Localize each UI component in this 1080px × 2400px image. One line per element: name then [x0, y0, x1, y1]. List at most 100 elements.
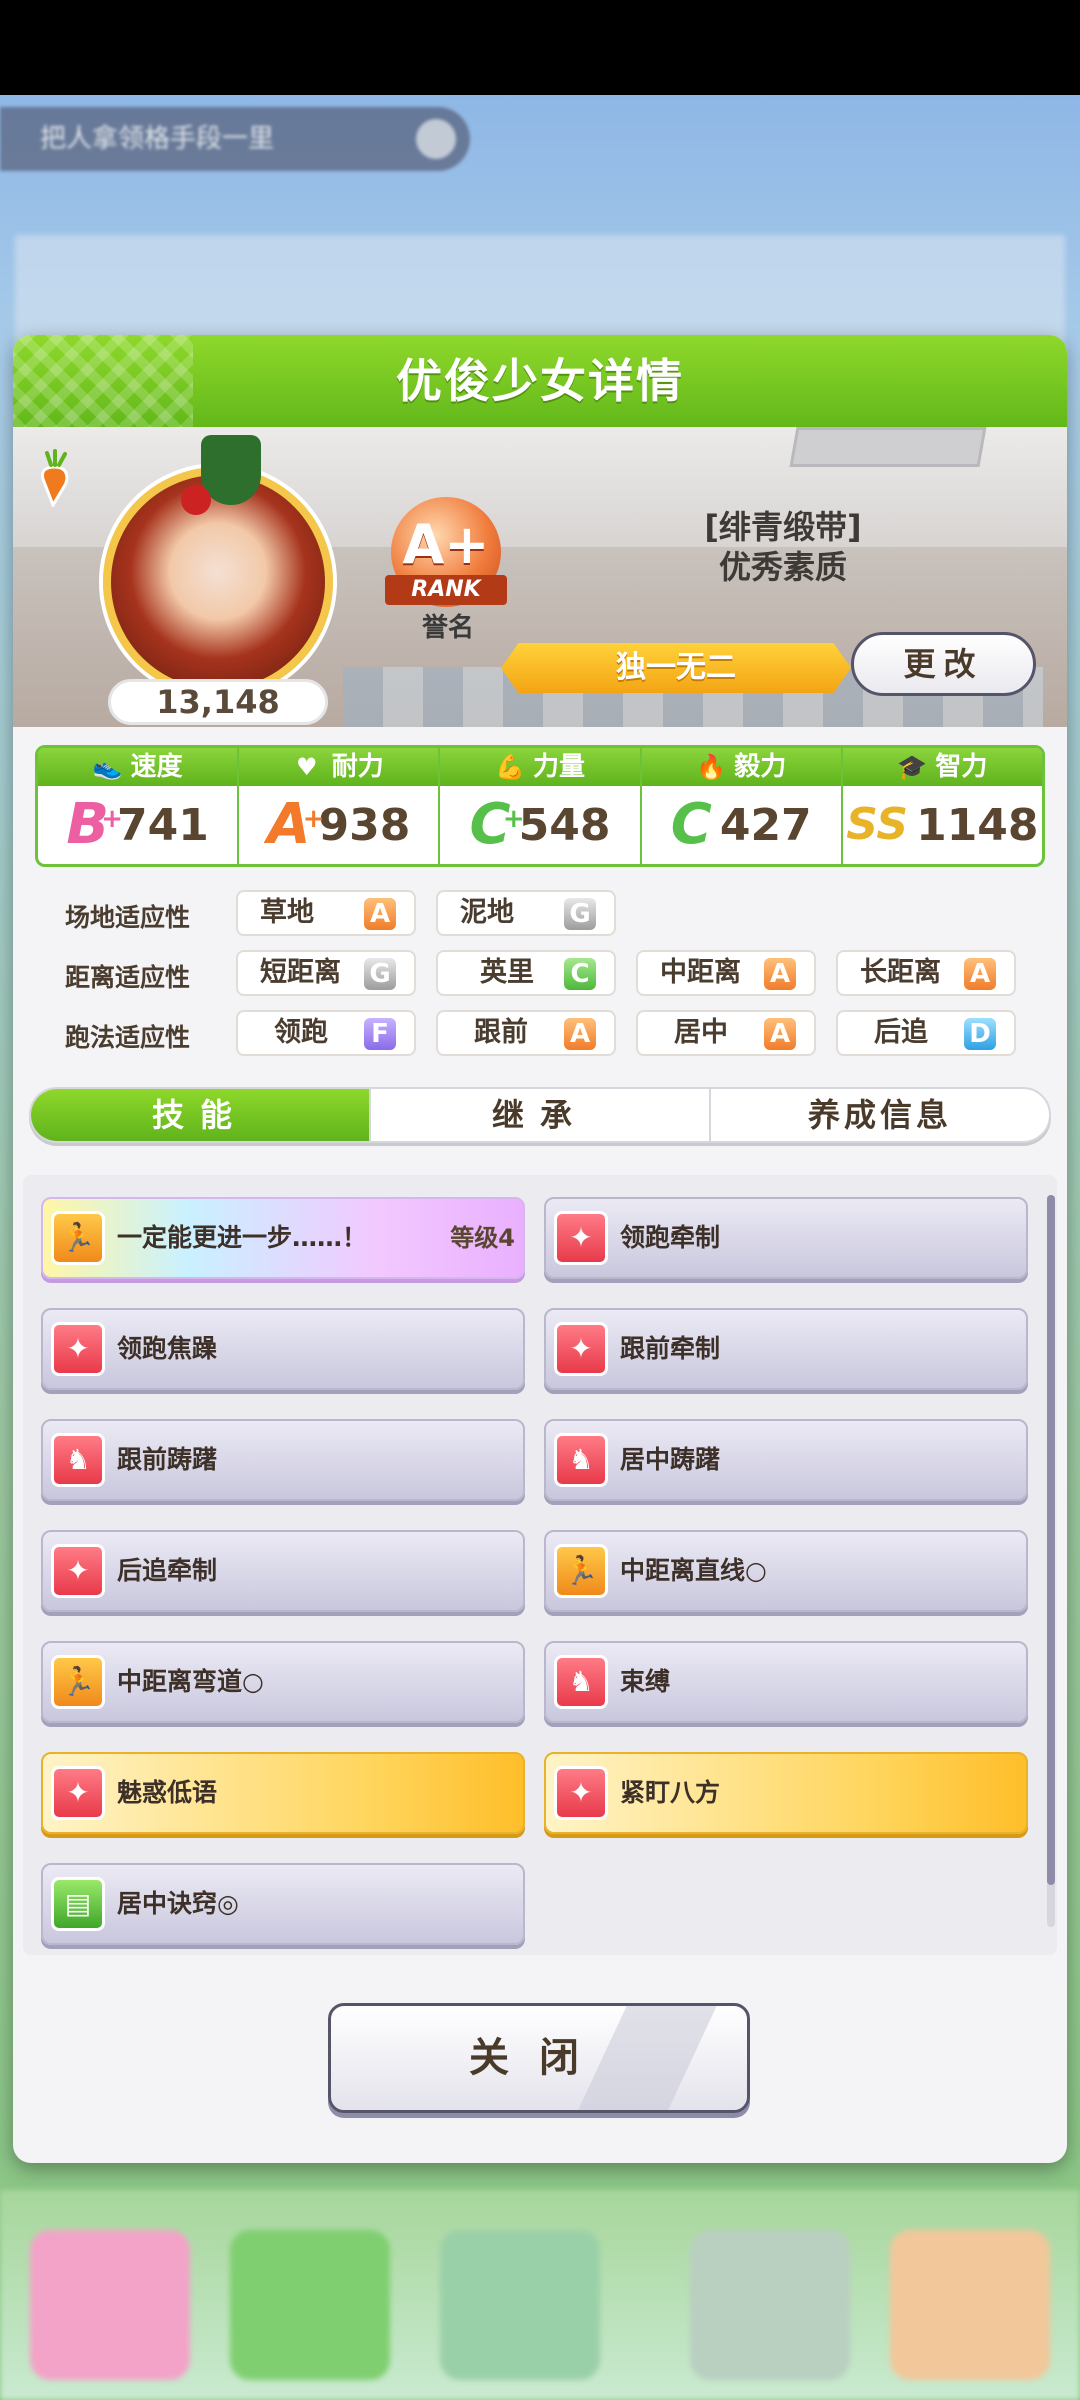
- nav-blob: [890, 2230, 1050, 2380]
- skill-item[interactable]: ✦ 领跑牵制: [544, 1197, 1028, 1279]
- apt-grade: A: [564, 1018, 596, 1050]
- skill-item[interactable]: 🏃 一定能更进一步……！ 等级4: [41, 1197, 525, 1279]
- skill-item[interactable]: ▤ 居中诀窍◎: [41, 1863, 525, 1945]
- title-name: [绯青缎带]: [704, 508, 862, 546]
- apt-name: 泥地: [460, 897, 514, 928]
- skill-item[interactable]: ♞ 跟前踌躇: [41, 1419, 525, 1501]
- apt-cell: 跟前 A: [436, 1010, 616, 1056]
- stat-speed: 👟 速度 B + 741: [38, 748, 240, 864]
- stat-body: C 427: [642, 786, 841, 864]
- stat-name: 力量: [533, 752, 586, 782]
- apt-cell: 后追 D: [836, 1010, 1016, 1056]
- apt-cell: 英里 C: [436, 950, 616, 996]
- title-desc: 优秀素质: [718, 548, 847, 586]
- stat-value: 938: [318, 799, 411, 851]
- skill-name: 跟前踌躇: [117, 1445, 218, 1474]
- horse-icon: ♞: [554, 1433, 608, 1487]
- apt-cell: 居中 A: [636, 1010, 816, 1056]
- distance-aptitude-row: 距离适应性 短距离 G 英里 C 中距离 A 长距离 A: [13, 950, 1067, 996]
- skill-name: 居中踌躇: [620, 1445, 721, 1474]
- nav-blob: [690, 2230, 850, 2380]
- stat-body: B + 741: [38, 786, 237, 864]
- skill-item[interactable]: ✦ 跟前牵制: [544, 1308, 1028, 1390]
- portrait-ribbon-knot: [181, 485, 211, 515]
- stat-header: ♥ 耐力: [239, 748, 439, 786]
- apt-cell: 短距离 G: [236, 950, 416, 996]
- apt-cell: 草地 A: [236, 890, 416, 936]
- track-aptitude-row: 场地适应性 草地 A 泥地 G: [13, 890, 1067, 936]
- header-pattern: [13, 335, 193, 427]
- skill-name: 后追牵制: [117, 1556, 218, 1585]
- book-icon: ▤: [51, 1877, 105, 1931]
- apt-grade: C: [564, 958, 596, 990]
- fan-count: 13,148: [108, 679, 328, 725]
- epithet-banner: 独一无二: [501, 643, 851, 693]
- shoe-icon: 👟: [92, 753, 123, 781]
- grade-plus: +: [101, 804, 124, 834]
- tab-inheritance[interactable]: 继承: [371, 1089, 711, 1141]
- skill-item[interactable]: 🏃 中距离弯道○: [41, 1641, 525, 1723]
- nav-blob: [230, 2230, 390, 2380]
- tab-skills[interactable]: 技能: [31, 1089, 371, 1141]
- character-hero: 13,148 A+ RANK 誉名 [绯青缎带] 优秀素质 独一无二 更改: [13, 427, 1067, 727]
- tab-training-info[interactable]: 养成信息: [711, 1089, 1049, 1141]
- character-detail-modal: 优俊少女详情 13,148 A+ RANK 誉名 [绯青缎带] 优秀素质 独一无…: [13, 335, 1067, 2163]
- stat-stamina: ♥ 耐力 A + 938: [239, 748, 441, 864]
- background-banner-text: 把人拿领格手段一里: [40, 124, 275, 154]
- stat-name: 毅力: [734, 752, 787, 782]
- apt-cell: 泥地 G: [436, 890, 616, 936]
- runner-icon: 🏃: [554, 1544, 608, 1598]
- stat-wisdom: 🎓 智力 SS 1148: [842, 748, 1042, 864]
- skill-name: 魅惑低语: [117, 1778, 218, 1807]
- skill-item[interactable]: ✦ 紧盯八方: [544, 1752, 1028, 1834]
- rank-ribbon: RANK: [385, 575, 507, 605]
- skill-item[interactable]: ✦ 领跑焦躁: [41, 1308, 525, 1390]
- apt-cell: 中距离 A: [636, 950, 816, 996]
- skill-name: 中距离弯道○: [117, 1667, 264, 1696]
- apt-grade: A: [764, 958, 796, 990]
- change-title-button[interactable]: 更改: [851, 632, 1036, 696]
- apt-grade: G: [364, 958, 396, 990]
- character-portrait[interactable]: [103, 435, 333, 697]
- skills-list[interactable]: 🏃 一定能更进一步……！ 等级4 ✦ 领跑牵制 ✦ 领跑焦躁 ✦ 跟前牵制 ♞ …: [23, 1175, 1057, 1955]
- apt-name: 后追: [874, 1017, 928, 1048]
- skill-name: 居中诀窍◎: [117, 1889, 239, 1918]
- apt-name: 短距离: [260, 957, 341, 988]
- sparkle-icon: ✦: [51, 1544, 105, 1598]
- apt-label: 跑法适应性: [65, 1023, 191, 1052]
- skill-name: 束缚: [620, 1667, 671, 1696]
- stat-name: 智力: [935, 752, 988, 782]
- skill-item[interactable]: ✦ 后追牵制: [41, 1530, 525, 1612]
- stat-value: 1148: [916, 799, 1039, 851]
- skill-item[interactable]: 🏃 中距离直线○: [544, 1530, 1028, 1612]
- skills-scrollbar[interactable]: [1047, 1195, 1055, 1927]
- hero-vent: [789, 427, 987, 467]
- apt-name: 长距离: [860, 957, 941, 988]
- stats-panel: 👟 速度 B + 741 ♥ 耐力 A + 938 💪 力量 C + 548 🔥 毅力 C: [35, 745, 1045, 867]
- stat-value: 548: [518, 799, 611, 851]
- stat-grade: C +: [470, 795, 525, 855]
- apt-name: 跟前: [474, 1017, 528, 1048]
- carrot-icon[interactable]: [35, 449, 75, 507]
- style-aptitude-row: 跑法适应性 领跑 F 跟前 A 居中 A 后追 D: [13, 1010, 1067, 1056]
- scrollbar-thumb[interactable]: [1047, 1195, 1055, 1885]
- status-bar: [0, 0, 1080, 95]
- runner-icon: 🏃: [51, 1211, 105, 1265]
- stat-power: 💪 力量 C + 548: [440, 748, 642, 864]
- background-bottom-nav: [0, 2190, 1080, 2400]
- skill-item[interactable]: ✦ 魅惑低语: [41, 1752, 525, 1834]
- apt-grade: F: [364, 1018, 396, 1050]
- runner-icon: 🏃: [51, 1655, 105, 1709]
- close-button[interactable]: 关闭: [328, 2003, 750, 2113]
- skill-name: 中距离直线○: [620, 1556, 767, 1585]
- nav-blob: [440, 2230, 600, 2380]
- skill-item[interactable]: ♞ 居中踌躇: [544, 1419, 1028, 1501]
- skill-item[interactable]: ♞ 束缚: [544, 1641, 1028, 1723]
- grade-plus: +: [302, 804, 325, 834]
- stat-body: C + 548: [440, 786, 639, 864]
- apt-name: 中距离: [660, 957, 741, 988]
- stat-value: 741: [117, 799, 209, 851]
- nav-blob: [30, 2230, 190, 2380]
- apt-grade: A: [764, 1018, 796, 1050]
- grade-plus: +: [502, 804, 525, 834]
